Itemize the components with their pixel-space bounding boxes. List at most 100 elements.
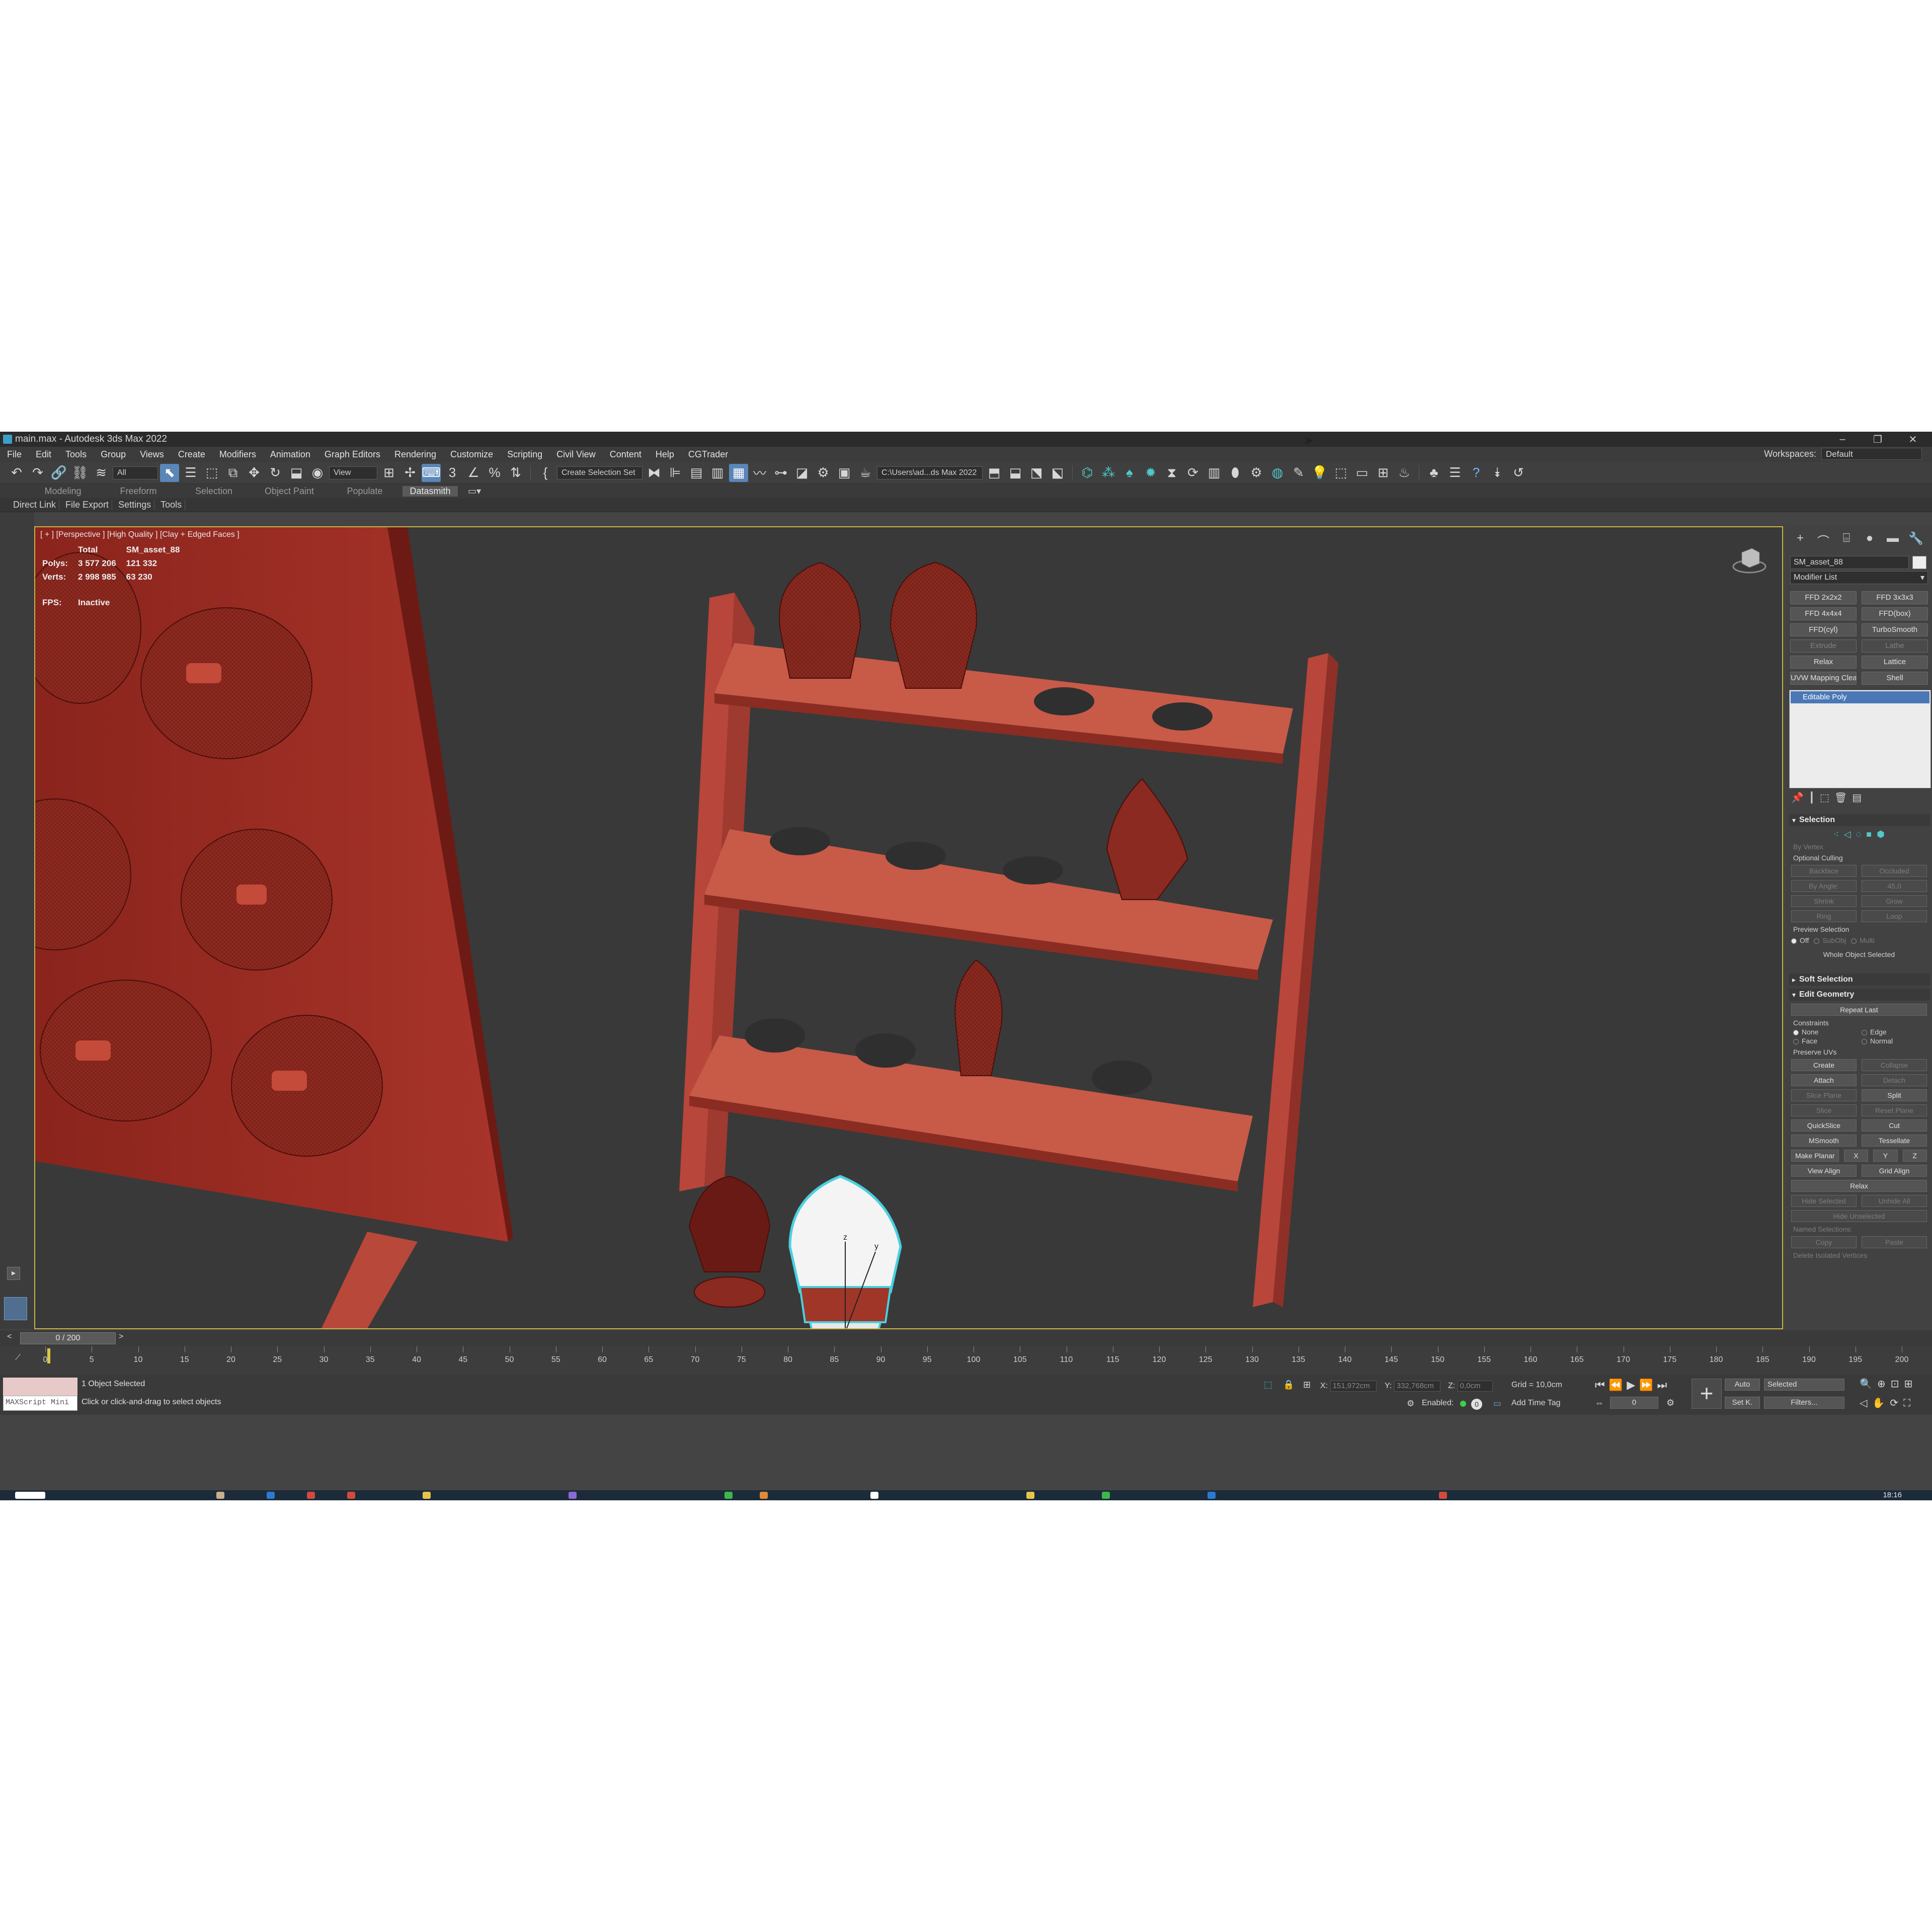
key-mode-icon[interactable]: ⇔ (1595, 1398, 1604, 1408)
collapse-button[interactable]: Collapse (1862, 1059, 1927, 1071)
modifier-list-dropdown[interactable]: Modifier List ▾ (1790, 571, 1928, 584)
selection-filter-dropdown[interactable]: All (113, 466, 158, 479)
proxy-icon[interactable]: ⟳ (1183, 464, 1202, 482)
bulb-icon[interactable]: 💡 (1310, 464, 1329, 482)
schematic-view-icon[interactable]: ⊶ (771, 464, 790, 482)
menu-scripting[interactable]: Scripting (500, 449, 549, 460)
create-tab-icon[interactable]: + (1790, 531, 1810, 549)
goto-end-icon[interactable]: ⏭ (1657, 1379, 1671, 1391)
goto-start-icon[interactable]: ⏮ (1595, 1379, 1609, 1391)
snaps-toggle-icon[interactable]: 3 (443, 464, 462, 482)
set-key-button[interactable]: Set K. (1725, 1397, 1760, 1409)
orbit-icon[interactable]: ⟳ (1890, 1398, 1903, 1409)
light-icon[interactable]: ♠ (1120, 464, 1139, 482)
cut-button[interactable]: Cut (1862, 1119, 1927, 1132)
pin-stack-icon[interactable]: 📌 (1791, 791, 1804, 804)
frame-icon[interactable]: ⬚ (1331, 464, 1350, 482)
material-editor-icon[interactable]: ◪ (792, 464, 812, 482)
abs-mode-icon[interactable]: ⊞ (1303, 1380, 1311, 1390)
menu-cgtrader[interactable]: CGTrader (681, 449, 735, 460)
paint-icon[interactable]: ✎ (1289, 464, 1308, 482)
tab-modeling[interactable]: Modeling (25, 486, 101, 497)
relax-modifier-button[interactable]: Relax (1790, 656, 1857, 669)
ribbon-direct-link[interactable]: Direct Link (10, 500, 60, 510)
relax-button[interactable]: Relax (1791, 1180, 1927, 1192)
copy-button[interactable]: Copy (1791, 1236, 1857, 1248)
help-icon[interactable]: ? (1467, 464, 1486, 482)
render-icon[interactable]: ☕ (856, 464, 875, 482)
select-object-icon[interactable]: ⬉ (160, 463, 179, 482)
ribbon-file-export[interactable]: File Export (62, 500, 113, 510)
tessellate-button[interactable]: Tessellate (1862, 1135, 1927, 1147)
camera-icon[interactable]: ⌬ (1078, 464, 1097, 482)
tab-datasmith[interactable]: Datasmith (403, 486, 458, 497)
constraint-edge-radio[interactable]: Edge (1862, 1028, 1925, 1036)
attach-button[interactable]: Attach (1791, 1074, 1857, 1086)
sun-icon[interactable]: ✹ (1141, 464, 1160, 482)
unlink-icon[interactable]: ⛓ (70, 464, 90, 482)
scatter-icon[interactable]: ⁂ (1099, 464, 1118, 482)
edit-named-sets-icon[interactable]: { (536, 464, 555, 482)
fov-icon[interactable]: ◁ (1860, 1398, 1872, 1409)
constraint-none-radio[interactable]: None (1793, 1028, 1857, 1036)
create-button[interactable]: Create (1791, 1059, 1857, 1071)
minimize-button[interactable]: – (1831, 432, 1854, 447)
planar-x-button[interactable]: X (1843, 1150, 1869, 1162)
taskbar-app-icon[interactable] (267, 1492, 275, 1499)
menu-views[interactable]: Views (133, 449, 171, 460)
selection-set-dropdown[interactable]: Create Selection Set (557, 466, 642, 479)
taskbar-app-icon[interactable] (307, 1492, 315, 1499)
taskbar-app-icon[interactable] (423, 1492, 431, 1499)
menu-animation[interactable]: Animation (263, 449, 317, 460)
shell-button[interactable]: Shell (1862, 672, 1928, 685)
viewport-label[interactable]: [ + ] [Perspective ] [High Quality ] [Cl… (40, 530, 239, 539)
prev-frame-icon[interactable]: ⏪ (1609, 1379, 1627, 1391)
sphere-icon[interactable]: ◍ (1268, 464, 1287, 482)
capsule-icon[interactable]: ⬮ (1226, 464, 1245, 482)
add-time-tag[interactable]: Add Time Tag (1511, 1399, 1561, 1408)
stack-item-editable-poly[interactable]: Editable Poly (1791, 691, 1929, 703)
close-button[interactable]: ✕ (1902, 432, 1924, 447)
preview-off-radio[interactable]: Off (1791, 936, 1809, 944)
menu-group[interactable]: Group (94, 449, 133, 460)
taskbar-app-icon[interactable] (760, 1492, 768, 1499)
utilities-tab-icon[interactable]: 🔧 (1906, 531, 1926, 549)
tab-freeform[interactable]: Freeform (101, 486, 176, 497)
configure-sets-icon[interactable]: ▤ (1852, 791, 1862, 804)
modify-tab-icon[interactable]: ⌒ (1813, 531, 1833, 549)
edge-icon[interactable]: ◁ (1844, 829, 1851, 840)
scene-explorer-icon[interactable]: ▥ (708, 464, 727, 482)
workspaces-dropdown[interactable]: Default (1821, 448, 1922, 460)
curve-editor-mini-icon[interactable]: ⟋ (15, 1353, 21, 1362)
grow-button[interactable]: Grow (1862, 895, 1927, 907)
slider-next-icon[interactable]: > (119, 1332, 123, 1341)
ring-button[interactable]: Ring (1791, 910, 1857, 922)
tree-icon[interactable]: ♣ (1424, 464, 1443, 482)
list-icon[interactable]: ☰ (1445, 464, 1465, 482)
rendered-frame-icon[interactable]: ▣ (835, 464, 854, 482)
bind-space-warp-icon[interactable]: ≋ (92, 464, 111, 482)
ribbon-options-icon[interactable]: ▭▾ (468, 486, 481, 497)
table-icon[interactable]: ▥ (1204, 464, 1224, 482)
menu-content[interactable]: Content (603, 449, 649, 460)
coord-x-field[interactable]: 151,972cm (1330, 1381, 1377, 1392)
scale-icon[interactable]: ⬓ (287, 464, 306, 482)
grid-align-button[interactable]: Grid Align (1862, 1165, 1927, 1177)
maxscript-listener[interactable] (3, 1378, 77, 1396)
soft-selection-rollout[interactable]: Soft Selection (1789, 974, 1930, 986)
save-as-icon[interactable]: ⬔ (1027, 464, 1046, 482)
grid-icon[interactable]: ⊞ (1374, 464, 1393, 482)
constraint-normal-radio[interactable]: Normal (1862, 1037, 1925, 1045)
place-icon[interactable]: ◉ (308, 464, 327, 482)
perspective-viewport[interactable]: z y x [ + ] [Perspective ] [High Quality… (34, 526, 1783, 1329)
align-icon[interactable]: ⊫ (666, 464, 685, 482)
taskbar-app-icon[interactable] (216, 1492, 224, 1499)
ffd-cyl-button[interactable]: FFD(cyl) (1790, 623, 1857, 636)
curve-editor-icon[interactable]: 〰 (750, 464, 769, 482)
viewcube-icon[interactable] (1732, 542, 1767, 578)
viewport-layout-icon[interactable] (4, 1297, 27, 1320)
menu-edit[interactable]: Edit (29, 449, 58, 460)
restore-button[interactable]: ❐ (1867, 432, 1889, 447)
gear-icon[interactable]: ⚙ (1247, 464, 1266, 482)
taskbar-app-icon[interactable] (725, 1492, 733, 1499)
